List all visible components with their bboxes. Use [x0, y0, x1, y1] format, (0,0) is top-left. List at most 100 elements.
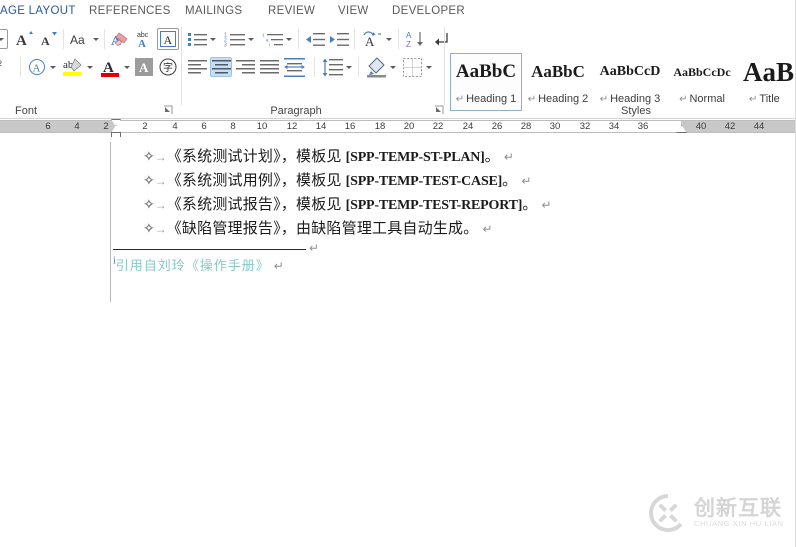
- svg-text:A: A: [365, 34, 375, 49]
- grow-font-button[interactable]: A: [14, 29, 36, 49]
- document-canvas[interactable]: ✧→《系统测试计划》，模板见 [SPP-TEMP-ST-PLAN]。 ↵ ✧→《…: [0, 137, 796, 547]
- font-color-caret[interactable]: [122, 59, 131, 75]
- ruler-number: 16: [344, 121, 356, 132]
- character-shading-caret[interactable]: [48, 59, 57, 75]
- font-color-button[interactable]: A: [98, 55, 122, 79]
- ruler-number: 2: [142, 121, 148, 132]
- template-code: [SPP-TEMP-TEST-REPORT]: [345, 198, 523, 213]
- bullets-button[interactable]: [186, 29, 208, 49]
- ribbon: A A Aa A abc A A 2 A ab A A 字 Font 1 2 3…: [0, 23, 796, 119]
- list-item-punct: 。: [502, 173, 518, 189]
- word-document-window: AGE LAYOUT REFERENCES MAILINGS REVIEW VI…: [0, 0, 796, 547]
- font-dialog-launcher[interactable]: [163, 105, 174, 116]
- style-preview-heading-3: AaBbCcD: [599, 64, 661, 79]
- borders-button[interactable]: [401, 56, 423, 78]
- style-heading-3[interactable]: AaBbCcD ↵ Heading 3: [594, 53, 666, 111]
- enclose-characters-button[interactable]: 字: [157, 56, 179, 78]
- line-spacing-caret[interactable]: [344, 59, 353, 75]
- align-right-button[interactable]: [234, 57, 256, 77]
- tab-view[interactable]: VIEW: [332, 0, 375, 23]
- align-left-button[interactable]: [186, 57, 208, 77]
- character-border-button[interactable]: A: [157, 28, 179, 50]
- style-heading-1[interactable]: AaBbC ↵ Heading 1: [450, 53, 522, 111]
- ruler-number: 20: [403, 121, 415, 132]
- clear-formatting-button[interactable]: A: [109, 28, 131, 50]
- document-list-item[interactable]: ✧→《系统测试报告》，模板见 [SPP-TEMP-TEST-REPORT]。 ↵: [143, 193, 552, 214]
- svg-text:字: 字: [163, 61, 173, 74]
- tab-mark-icon: →: [154, 174, 167, 188]
- tab-mailings[interactable]: MAILINGS: [179, 0, 248, 23]
- document-list-item[interactable]: ✧→《缺陷管理报告》，由缺陷管理工具自动生成。 ↵: [143, 217, 493, 238]
- paragraph-dialog-launcher[interactable]: [434, 105, 445, 116]
- text-highlight-caret[interactable]: [85, 59, 94, 75]
- multilevel-list-caret[interactable]: [284, 31, 293, 47]
- superscript-button[interactable]: x 2: [0, 57, 12, 77]
- style-pilcrow-icon: ↵: [599, 94, 609, 105]
- ribbon-group-font: A A Aa A abc A A 2 A ab A A 字 Font: [0, 23, 179, 119]
- align-center-button[interactable]: [210, 57, 232, 77]
- distributed-align-button[interactable]: [282, 56, 306, 78]
- ruler-number: 4: [74, 121, 80, 132]
- borders-caret[interactable]: [424, 59, 433, 75]
- svg-text:2: 2: [0, 59, 2, 68]
- watermark-logo: 创新互联 CHUANG XIN HU LIAN: [648, 487, 788, 539]
- list-item-text: 《缺陷管理报告》，由缺陷管理工具自动生成。: [166, 221, 479, 237]
- list-item-punct: 。: [484, 149, 500, 165]
- document-list-item[interactable]: ✧→《系统测试计划》，模板见 [SPP-TEMP-ST-PLAN]。 ↵: [143, 145, 514, 166]
- bullets-caret[interactable]: [208, 31, 217, 47]
- style-normal[interactable]: AaBbCcDc ↵ Normal: [666, 53, 738, 111]
- numbering-caret[interactable]: [246, 31, 255, 47]
- tab-references[interactable]: REFERENCES: [83, 0, 177, 23]
- style-preview-heading-1: AaBbC: [455, 61, 517, 82]
- bullet-diamond-icon: ✧: [143, 198, 155, 213]
- ruler-number: 12: [286, 121, 298, 132]
- change-case-button[interactable]: Aa: [68, 29, 92, 49]
- bullet-diamond-icon: ✧: [143, 174, 155, 189]
- style-name-heading-1: ↵ Heading 1: [455, 93, 517, 105]
- footnote-text[interactable]: i引用自刘玲《操作手册》 ↵: [113, 255, 284, 275]
- svg-text:A: A: [164, 33, 173, 47]
- list-item-text: 《系统测试计划》，模板见: [166, 149, 342, 165]
- text-highlight-color-button[interactable]: ab: [61, 55, 85, 79]
- text-effects-button[interactable]: abc A: [133, 28, 155, 50]
- paragraph-mark-icon: ↵: [273, 259, 284, 273]
- justify-button[interactable]: [258, 57, 280, 77]
- multilevel-list-button[interactable]: 1 a i: [260, 29, 284, 49]
- tab-mark-icon: →: [154, 222, 167, 236]
- shading-button[interactable]: [364, 55, 388, 79]
- font-size-combo[interactable]: [0, 29, 8, 49]
- style-title[interactable]: AaB ↵ Title: [738, 53, 796, 111]
- shading-caret[interactable]: [388, 59, 397, 75]
- change-case-caret[interactable]: [91, 31, 100, 47]
- horizontal-ruler[interactable]: 6 4 2 2 4 6 8 10 12 14 16 18 20 22 24 26…: [0, 119, 796, 139]
- tab-developer[interactable]: DEVELOPER: [386, 0, 471, 23]
- ruler-number: 6: [45, 121, 51, 132]
- ruler-number: 24: [462, 121, 474, 132]
- bullet-diamond-icon: ✧: [143, 222, 155, 237]
- decrease-indent-button[interactable]: [304, 29, 326, 49]
- document-list-item[interactable]: ✧→《系统测试用例》，模板见 [SPP-TEMP-TEST-CASE]。 ↵: [143, 169, 531, 190]
- template-code: [SPP-TEMP-ST-PLAN]: [345, 150, 485, 165]
- numbering-button[interactable]: 1 2 3: [222, 29, 246, 49]
- ruler-number: 32: [579, 121, 591, 132]
- watermark-subtitle: CHUANG XIN HU LIAN: [694, 519, 784, 528]
- shrink-font-button[interactable]: A: [38, 29, 60, 49]
- ruler-number: 34: [608, 121, 620, 132]
- character-shading-outline-button[interactable]: A: [26, 56, 48, 78]
- line-spacing-button[interactable]: [320, 56, 344, 78]
- asian-layout-button[interactable]: A: [360, 28, 384, 50]
- sort-button[interactable]: A Z: [404, 28, 426, 50]
- ruler-number: 36: [637, 121, 649, 132]
- svg-text:A: A: [138, 38, 146, 49]
- template-code: [SPP-TEMP-TEST-CASE]: [345, 174, 503, 189]
- character-shading-button[interactable]: A: [133, 56, 155, 78]
- asian-layout-caret[interactable]: [384, 31, 393, 47]
- footnote-body: 引用自刘玲《操作手册》: [115, 258, 270, 273]
- increase-indent-button[interactable]: [328, 29, 350, 49]
- svg-text:1: 1: [262, 32, 265, 37]
- ruler-number: 4: [172, 121, 178, 132]
- tab-page-layout[interactable]: AGE LAYOUT: [0, 0, 82, 23]
- style-heading-2[interactable]: AaBbC ↵ Heading 2: [522, 53, 594, 111]
- tab-review[interactable]: REVIEW: [262, 0, 321, 23]
- group-label-paragraph: Paragraph: [270, 105, 322, 117]
